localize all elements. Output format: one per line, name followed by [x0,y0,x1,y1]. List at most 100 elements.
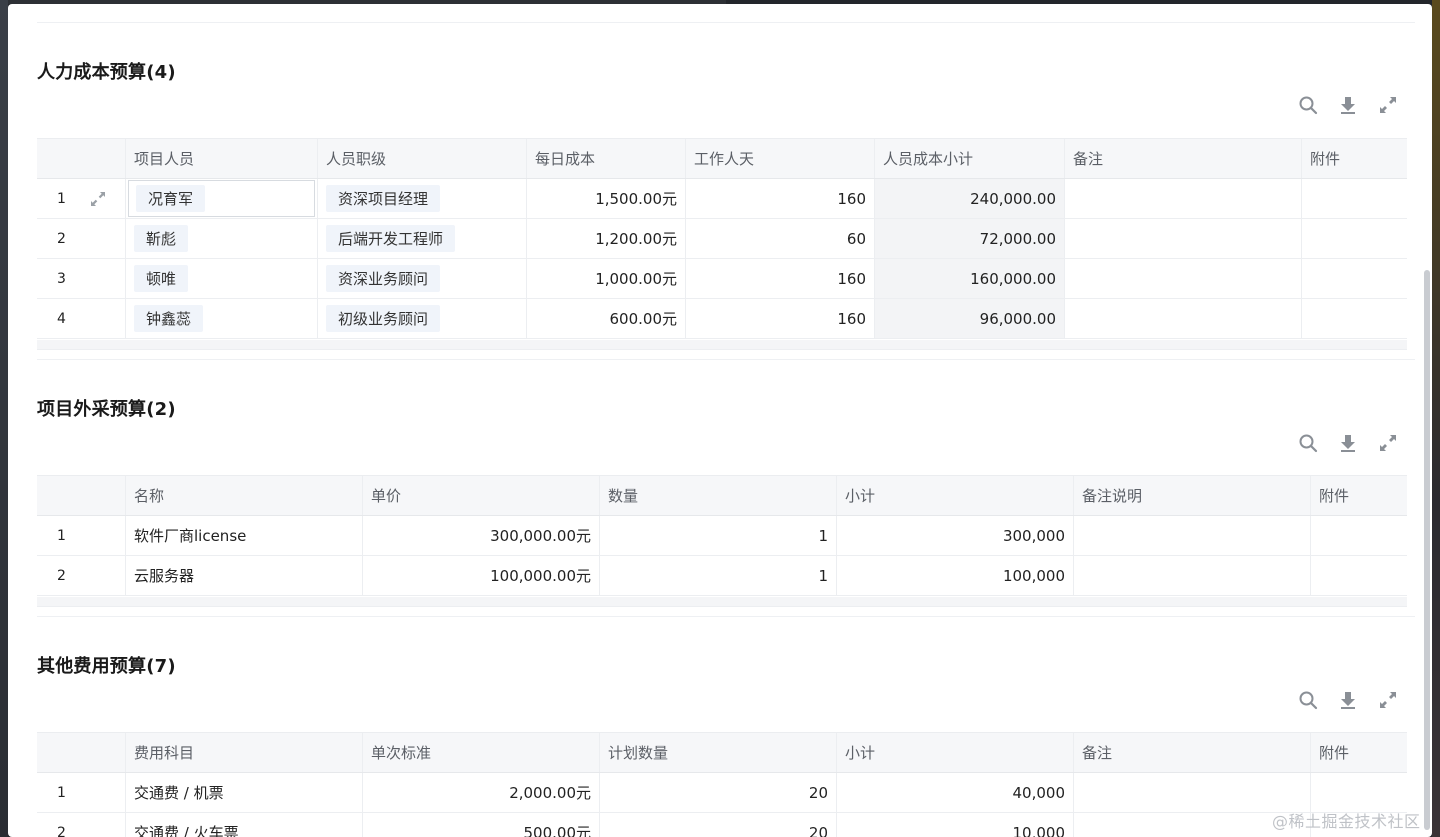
person-cell[interactable]: 顿唯 [126,259,318,298]
header-cell[interactable]: 附件 [1311,733,1407,772]
level-cell[interactable]: 初级业务顾问 [318,299,527,338]
person-tag: 钟鑫蕊 [134,305,204,332]
header-cell[interactable]: 备注说明 [1074,476,1311,515]
note-cell[interactable] [1065,299,1302,338]
header-cell[interactable]: 名称 [126,476,363,515]
daily-cost-cell[interactable]: 600.00元 [527,299,686,338]
daily-cost-cell[interactable]: 1,500.00元 [527,179,686,218]
header-cell[interactable]: 附件 [1311,476,1407,515]
header-cell[interactable]: 计划数量 [600,733,837,772]
header-cell[interactable]: 每日成本 [527,139,686,178]
header-cell[interactable]: 费用科目 [126,733,363,772]
unit-price-cell[interactable]: 100,000.00元 [363,556,600,595]
header-cell[interactable]: 单价 [363,476,600,515]
fullscreen-button[interactable] [1375,92,1401,118]
note-cell[interactable] [1065,259,1302,298]
header-cell[interactable]: 项目人员 [126,139,318,178]
work-days-cell[interactable]: 160 [686,259,875,298]
daily-cost-cell[interactable]: 1,000.00元 [527,259,686,298]
header-cell[interactable]: 人员职级 [318,139,527,178]
daily-cost-cell[interactable]: 1,200.00元 [527,219,686,258]
table-horizontal-scrollbar[interactable] [37,340,1407,350]
unit-price-cell[interactable]: 300,000.00元 [363,516,600,555]
note-cell[interactable] [1065,179,1302,218]
section-title-other-costs: 其他费用预算(7) [37,656,176,677]
header-cell[interactable]: 备注 [1065,139,1302,178]
expense-item-cell[interactable]: 交通费 / 机票 [126,773,363,812]
attachment-cell[interactable] [1311,516,1407,555]
table-row[interactable]: 3 顿唯 资深业务顾问 1,000.00元 160 160,000.00 [37,259,1407,299]
download-button[interactable] [1335,92,1361,118]
fullscreen-button[interactable] [1375,687,1401,713]
attachment-cell[interactable] [1302,179,1407,218]
labor-toolbar [1292,92,1412,118]
search-button[interactable] [1295,92,1321,118]
header-cell[interactable]: 附件 [1302,139,1407,178]
subtotal-cell: 100,000 [837,556,1074,595]
other-costs-table: 费用科目 单次标准 计划数量 小计 备注 附件 1 交通费 / 机票 2,000… [37,732,1407,837]
row-index: 2 [37,556,126,595]
level-cell[interactable]: 后端开发工程师 [318,219,527,258]
table-horizontal-scrollbar[interactable] [37,597,1407,607]
note-cell[interactable] [1074,773,1311,812]
person-cell[interactable]: 况育军 [126,179,318,218]
expense-item-cell[interactable]: 交通费 / 火车票 [126,813,363,837]
attachment-cell[interactable] [1302,299,1407,338]
header-cell[interactable]: 小计 [837,733,1074,772]
person-tag: 况育军 [136,185,206,212]
subtotal-cell: 72,000.00 [875,219,1065,258]
modal-scrollbar[interactable] [1422,4,1432,837]
search-icon [1299,96,1318,115]
person-cell[interactable]: 靳彪 [126,219,318,258]
header-cell[interactable]: 人员成本小计 [875,139,1065,178]
fullscreen-button[interactable] [1375,430,1401,456]
row-index: 2 [37,219,126,258]
attachment-cell[interactable] [1302,259,1407,298]
procurement-table: 名称 单价 数量 小计 备注说明 附件 1 软件厂商license 300,00… [37,475,1407,617]
work-days-cell[interactable]: 160 [686,179,875,218]
table-row[interactable]: 1 软件厂商license 300,000.00元 1 300,000 [37,516,1407,556]
item-name-cell[interactable]: 云服务器 [126,556,363,595]
work-days-cell[interactable]: 160 [686,299,875,338]
attachment-cell[interactable] [1311,556,1407,595]
table-row[interactable]: 1 况育军 资深项目经理 1,500.00元 160 240,000.00 [37,179,1407,219]
unit-standard-cell[interactable]: 2,000.00元 [363,773,600,812]
level-cell[interactable]: 资深项目经理 [318,179,527,218]
subtotal-cell: 240,000.00 [875,179,1065,218]
header-cell[interactable]: 数量 [600,476,837,515]
work-days-cell[interactable]: 60 [686,219,875,258]
search-button[interactable] [1295,687,1321,713]
table-row[interactable]: 2 交通费 / 火车票 500.00元 20 10,000 [37,813,1407,837]
row-index: 1 [37,516,126,555]
header-cell[interactable]: 备注 [1074,733,1311,772]
planned-quantity-cell[interactable]: 20 [600,773,837,812]
attachment-cell[interactable] [1302,219,1407,258]
note-cell[interactable] [1074,556,1311,595]
table-row[interactable]: 1 交通费 / 机票 2,000.00元 20 40,000 [37,773,1407,813]
scrollbar-thumb[interactable] [1424,270,1430,830]
note-cell[interactable] [1074,516,1311,555]
table-row[interactable]: 2 靳彪 后端开发工程师 1,200.00元 60 72,000.00 [37,219,1407,259]
person-cell[interactable]: 钟鑫蕊 [126,299,318,338]
unit-standard-cell[interactable]: 500.00元 [363,813,600,837]
header-index [37,733,126,772]
download-button[interactable] [1335,687,1361,713]
level-cell[interactable]: 资深业务顾问 [318,259,527,298]
quantity-cell[interactable]: 1 [600,556,837,595]
note-cell[interactable] [1065,219,1302,258]
row-expand-icon[interactable] [89,190,107,208]
header-cell[interactable]: 工作人天 [686,139,875,178]
attachment-cell[interactable] [1311,773,1407,812]
table-row[interactable]: 4 钟鑫蕊 初级业务顾问 600.00元 160 96,000.00 [37,299,1407,339]
quantity-cell[interactable]: 1 [600,516,837,555]
item-name-cell[interactable]: 软件厂商license [126,516,363,555]
header-cell[interactable]: 小计 [837,476,1074,515]
search-button[interactable] [1295,430,1321,456]
header-cell[interactable]: 单次标准 [363,733,600,772]
table-row[interactable]: 2 云服务器 100,000.00元 1 100,000 [37,556,1407,596]
subtotal-cell: 10,000 [837,813,1074,837]
procurement-toolbar [1292,430,1412,456]
table-header: 项目人员 人员职级 每日成本 工作人天 人员成本小计 备注 附件 [37,139,1407,179]
download-button[interactable] [1335,430,1361,456]
planned-quantity-cell[interactable]: 20 [600,813,837,837]
